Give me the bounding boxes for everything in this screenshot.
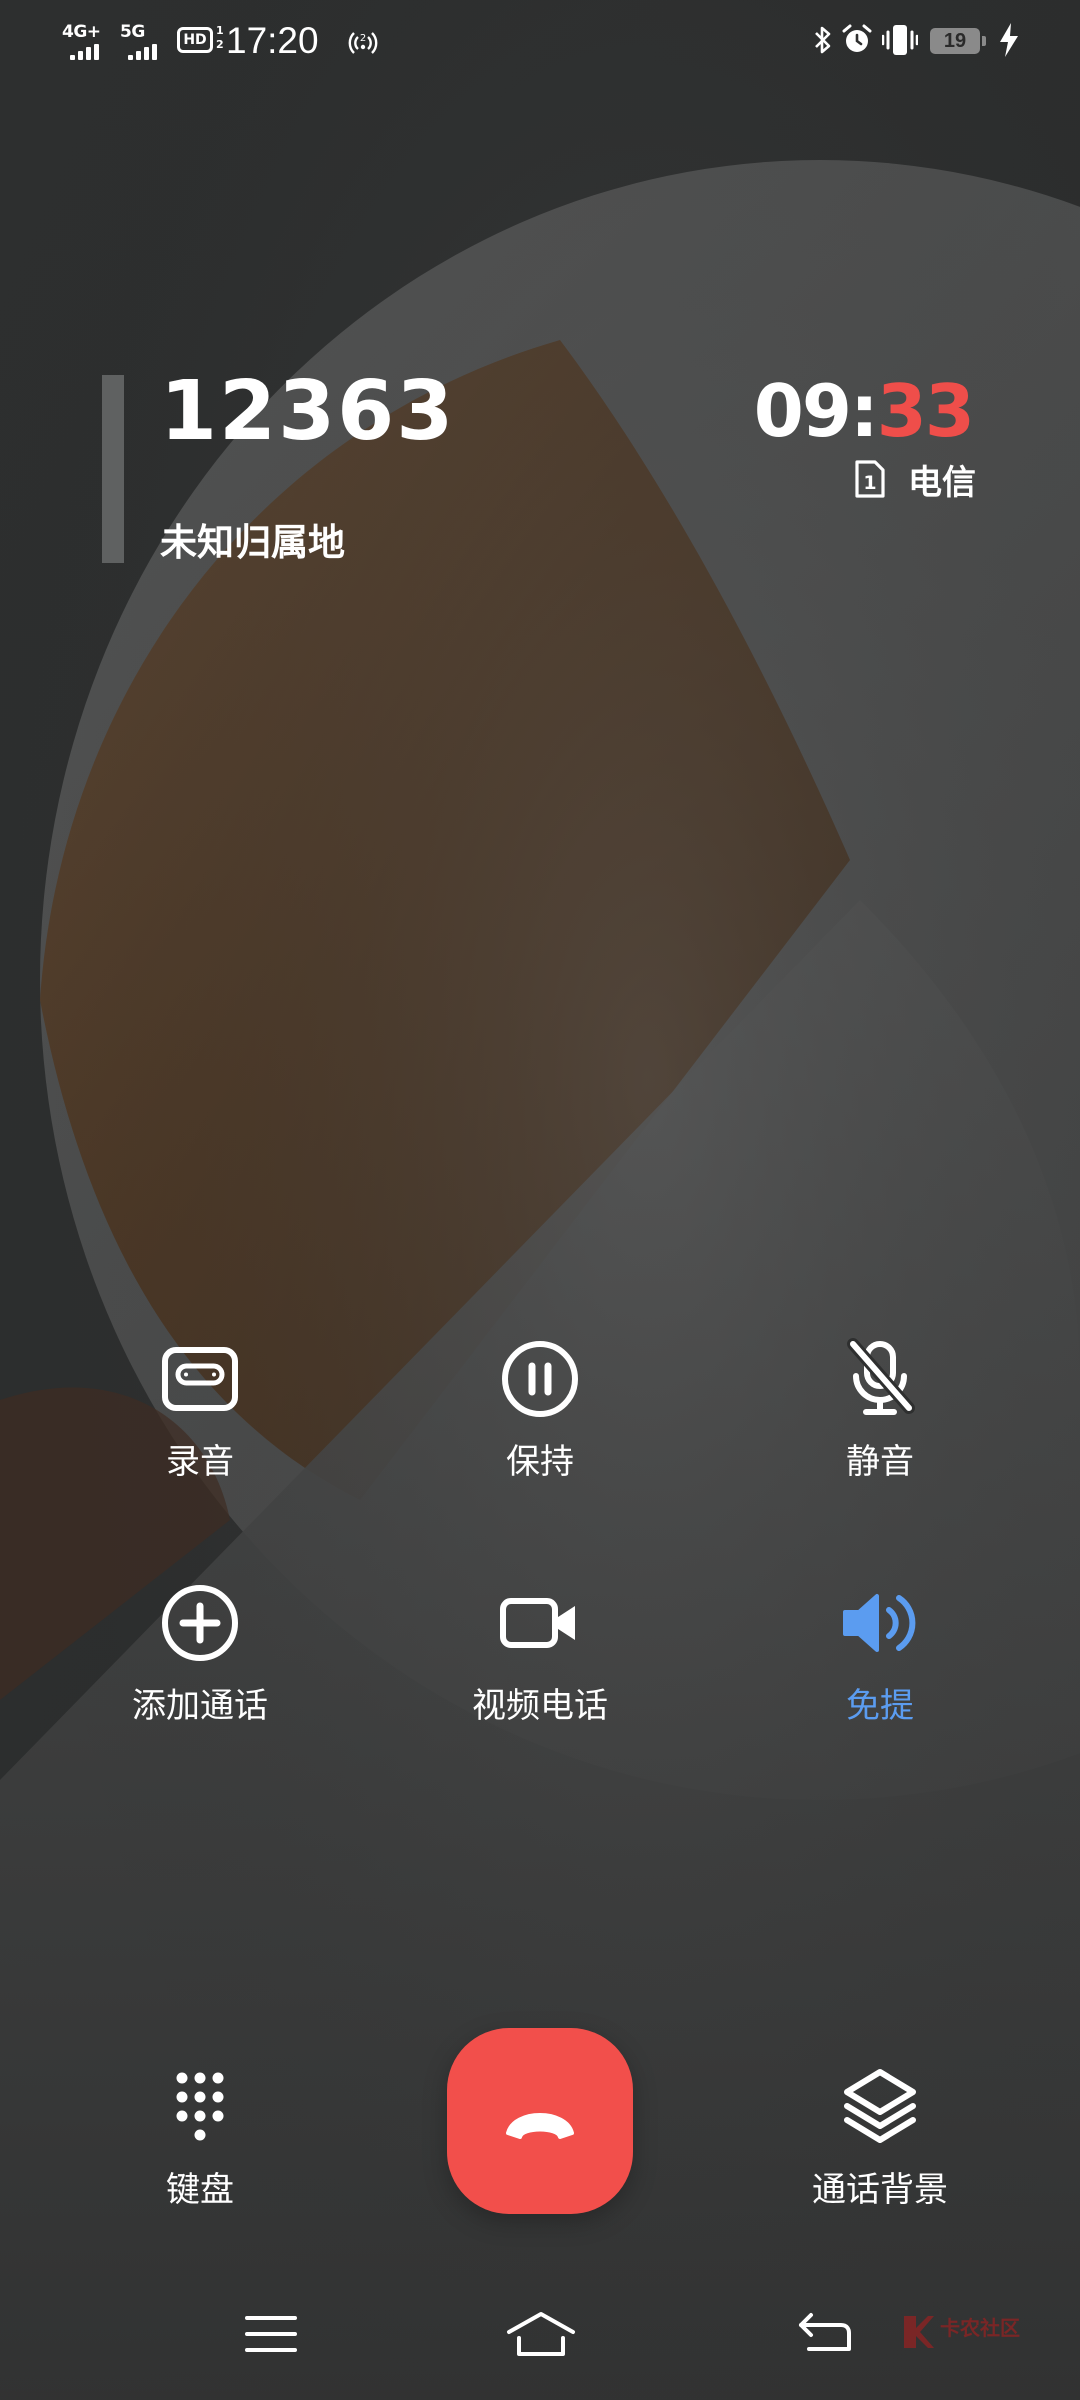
call-background-label: 通话背景: [812, 2170, 948, 2210]
menu-button[interactable]: [216, 2304, 326, 2364]
pause-icon: [502, 1341, 578, 1417]
hotspot-icon: 2: [348, 32, 378, 54]
home-button[interactable]: [486, 2304, 596, 2364]
status-time: 17:20: [226, 20, 319, 61]
hd-voice-sim-label: 12: [216, 24, 224, 51]
cassette-icon: [162, 1347, 238, 1411]
watermark: 卡农社区: [900, 2308, 1030, 2364]
add-call-button[interactable]: 添加通话: [70, 1582, 330, 1752]
status-bar-right: 19: [812, 18, 1042, 68]
status-bar: 4G+ 5G HD 12 17:20 2 19: [0, 0, 1080, 84]
mute-label: 静音: [846, 1442, 914, 1482]
hold-button[interactable]: 保持: [410, 1338, 670, 1508]
keypad-icon: [176, 2072, 224, 2141]
carrier-info: 1 电信: [854, 455, 976, 503]
call-background-button[interactable]: 通话背景: [750, 2066, 1010, 2236]
carrier-label: 电信: [908, 462, 976, 503]
record-label: 录音: [166, 1442, 234, 1482]
vibrate-icon: [882, 25, 918, 55]
caller-number: 12363: [160, 364, 456, 459]
alarm-icon: [842, 24, 872, 52]
in-call-screen: 4G+ 5G HD 12 17:20 2 19 12363 未知归属地 09:3…: [0, 0, 1080, 2400]
speaker-button[interactable]: 免提: [750, 1582, 1010, 1752]
call-timer-separator: :: [850, 369, 879, 453]
end-call-button[interactable]: [447, 2028, 633, 2214]
battery-level: 19: [930, 28, 986, 54]
home-icon: [507, 2312, 575, 2356]
keypad-button[interactable]: 键盘: [70, 2066, 330, 2236]
network-type-label: 5G: [120, 22, 145, 42]
bluetooth-icon: [815, 26, 831, 54]
hang-up-icon: [506, 2113, 574, 2139]
watermark-text: 卡农社区: [940, 2316, 1020, 2340]
record-button[interactable]: 录音: [70, 1338, 330, 1508]
speaker-label: 免提: [846, 1686, 914, 1726]
network-type-label: 4G+: [62, 22, 101, 42]
mute-button[interactable]: 静音: [750, 1338, 1010, 1508]
video-call-button[interactable]: 视频电话: [410, 1582, 670, 1752]
hd-voice-icon: HD: [177, 27, 213, 53]
call-timer: 09:33: [753, 366, 975, 456]
plus-circle-icon: [162, 1585, 238, 1661]
sim-card-icon: 1: [855, 460, 885, 498]
back-button[interactable]: [770, 2304, 880, 2364]
video-icon: [500, 1598, 575, 1648]
caller-location: 未知归属地: [160, 521, 345, 564]
add-call-label: 添加通话: [132, 1686, 268, 1726]
charging-icon: [1000, 23, 1018, 57]
caller-accent-bar: [102, 375, 124, 563]
watermark-logo-icon: [904, 2316, 934, 2348]
keypad-label: 键盘: [166, 2170, 234, 2210]
layers-icon: [844, 2069, 916, 2143]
menu-icon: [245, 2316, 297, 2352]
sim-slot-number: 1: [863, 472, 876, 494]
call-timer-minutes: 09: [753, 369, 852, 453]
hold-label: 保持: [506, 1442, 574, 1482]
back-icon: [799, 2313, 851, 2351]
mic-off-icon: [847, 1338, 915, 1415]
svg-text:2: 2: [360, 33, 366, 44]
speaker-icon: [843, 1594, 916, 1652]
call-timer-seconds: 33: [876, 369, 975, 453]
video-call-label: 视频电话: [472, 1686, 608, 1726]
